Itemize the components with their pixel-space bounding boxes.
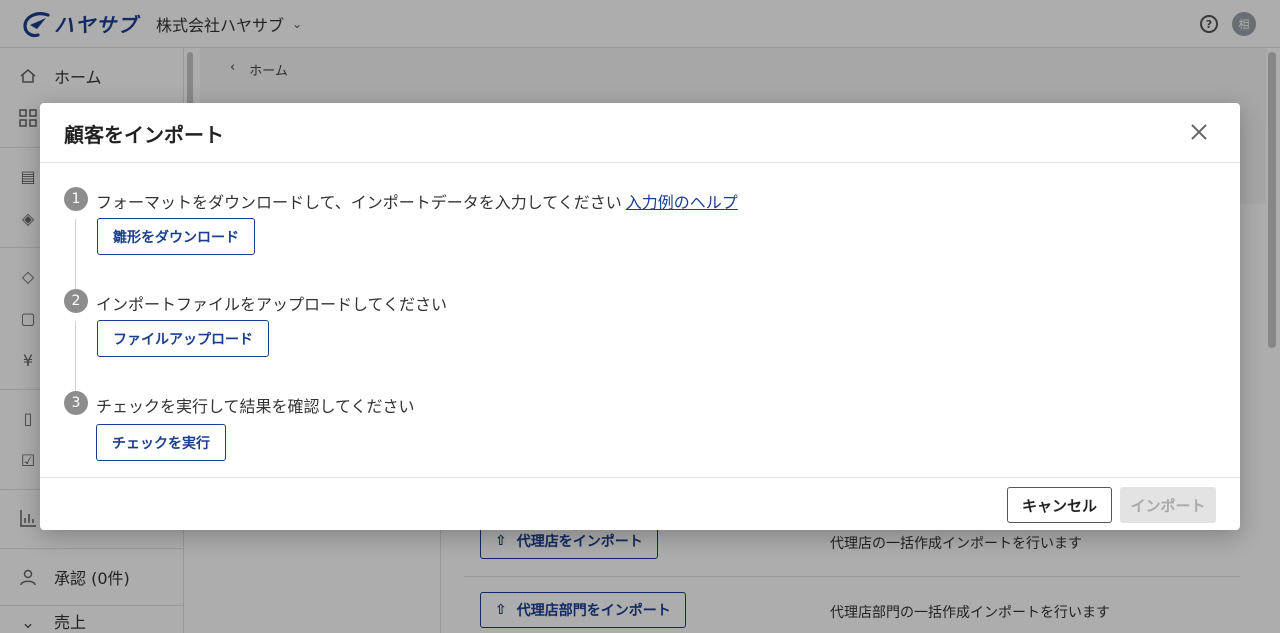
step-number: 1: [64, 187, 88, 211]
step-number: 3: [64, 391, 88, 415]
download-template-button[interactable]: 雛形をダウンロード: [97, 218, 255, 255]
close-icon[interactable]: [1188, 121, 1210, 143]
dialog-title: 顧客をインポート: [64, 123, 224, 147]
input-example-help-link[interactable]: 入力例のヘルプ: [626, 193, 738, 212]
dialog-header: 顧客をインポート: [40, 103, 1240, 163]
dialog-footer: キャンセル インポート: [40, 477, 1240, 530]
step-instruction: チェックを実行して結果を確認してください: [96, 397, 415, 416]
import-customers-dialog: 顧客をインポート 1 フォーマットをダウンロードして、インポートデータを入力して…: [40, 103, 1240, 530]
step-text: フォーマットをダウンロードして、インポートデータを入力してください 入力例のヘルプ: [96, 189, 738, 213]
step-connector: [75, 321, 76, 391]
import-button[interactable]: インポート: [1120, 487, 1216, 523]
step-connector: [75, 219, 76, 289]
step-number: 2: [64, 289, 88, 313]
run-check-button[interactable]: チェックを実行: [96, 424, 226, 461]
cancel-button[interactable]: キャンセル: [1007, 487, 1112, 523]
step-instruction: インポートファイルをアップロードしてください: [96, 295, 448, 314]
file-upload-button[interactable]: ファイルアップロード: [97, 320, 269, 357]
step-instruction: フォーマットをダウンロードして、インポートデータを入力してください: [96, 193, 622, 212]
